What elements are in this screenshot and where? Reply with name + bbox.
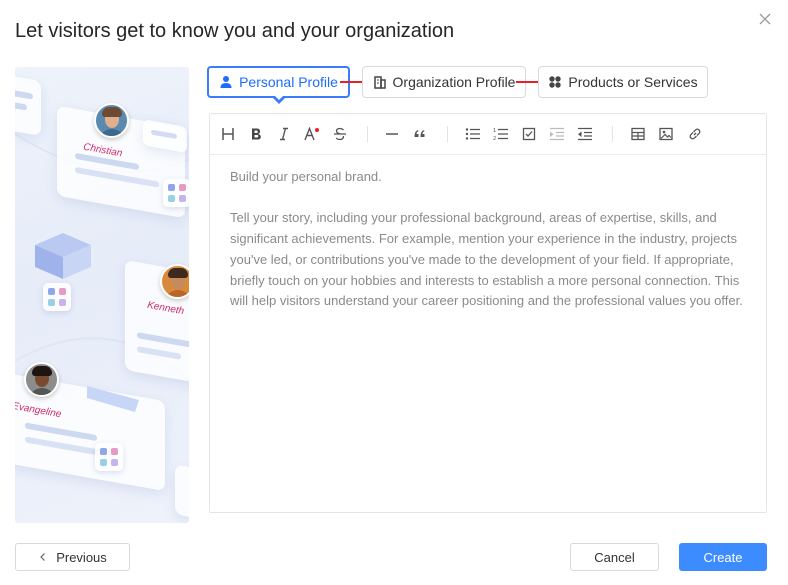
active-tab-caret bbox=[271, 95, 286, 104]
task-list-button[interactable] bbox=[519, 124, 539, 144]
numbered-list-button[interactable]: 12 bbox=[491, 124, 511, 144]
create-button[interactable]: Create bbox=[679, 543, 767, 571]
tab-personal-profile[interactable]: Personal Profile bbox=[207, 66, 350, 104]
grid-dots-icon bbox=[548, 75, 562, 89]
table-button[interactable] bbox=[628, 124, 648, 144]
avatar-kenneth bbox=[160, 264, 189, 299]
person-icon bbox=[219, 75, 233, 89]
quote-button[interactable] bbox=[410, 124, 430, 144]
qr-code-icon bbox=[43, 283, 71, 311]
tab-label: Personal Profile bbox=[239, 74, 338, 90]
profile-illustration: Christian Kenneth Evangeline bbox=[15, 67, 189, 523]
tab-organization-profile[interactable]: Organization Profile bbox=[362, 66, 526, 98]
tab-label: Products or Services bbox=[568, 74, 698, 90]
svg-text:2: 2 bbox=[493, 136, 496, 141]
svg-text:1: 1 bbox=[493, 128, 496, 134]
bullet-list-button[interactable] bbox=[463, 124, 483, 144]
rich-text-editor[interactable]: 12 Build your personal brand. Tell your … bbox=[209, 113, 767, 513]
editor-toolbar: 12 bbox=[210, 114, 766, 155]
cancel-button[interactable]: Cancel bbox=[570, 543, 659, 571]
qr-code-icon bbox=[95, 443, 123, 471]
cancel-label: Cancel bbox=[594, 549, 635, 565]
strikethrough-button[interactable] bbox=[330, 124, 350, 144]
previous-label: Previous bbox=[56, 549, 107, 565]
image-button[interactable] bbox=[656, 124, 676, 144]
editor-paragraph: Build your personal brand. bbox=[230, 169, 382, 184]
tab-products-or-services[interactable]: Products or Services bbox=[538, 66, 708, 98]
text-color-button[interactable] bbox=[302, 124, 322, 144]
dialog-title: Let visitors get to know you and your or… bbox=[15, 20, 455, 42]
chevron-left-icon bbox=[40, 553, 46, 561]
box-icon bbox=[35, 233, 91, 279]
heading-button[interactable] bbox=[218, 124, 238, 144]
link-button[interactable] bbox=[685, 124, 705, 144]
avatar-christian bbox=[94, 103, 129, 138]
previous-button[interactable]: Previous bbox=[15, 543, 130, 571]
close-icon[interactable] bbox=[757, 11, 773, 27]
outdent-button[interactable] bbox=[575, 124, 595, 144]
editor-paragraph: Tell your story, including your professi… bbox=[230, 210, 743, 309]
horizontal-rule-button[interactable] bbox=[382, 124, 402, 144]
ribbon-shape bbox=[87, 386, 139, 412]
avatar-evangeline bbox=[24, 362, 59, 397]
indent-button[interactable] bbox=[547, 124, 567, 144]
qr-code-icon bbox=[163, 179, 189, 207]
profile-card-fragment bbox=[15, 72, 41, 137]
bold-button[interactable] bbox=[246, 124, 266, 144]
building-icon bbox=[373, 75, 387, 89]
tab-label: Organization Profile bbox=[392, 74, 516, 90]
italic-button[interactable] bbox=[274, 124, 294, 144]
create-label: Create bbox=[703, 549, 743, 565]
profile-card-fragment bbox=[175, 464, 189, 520]
editor-content[interactable]: Build your personal brand. Tell your sto… bbox=[210, 155, 766, 345]
